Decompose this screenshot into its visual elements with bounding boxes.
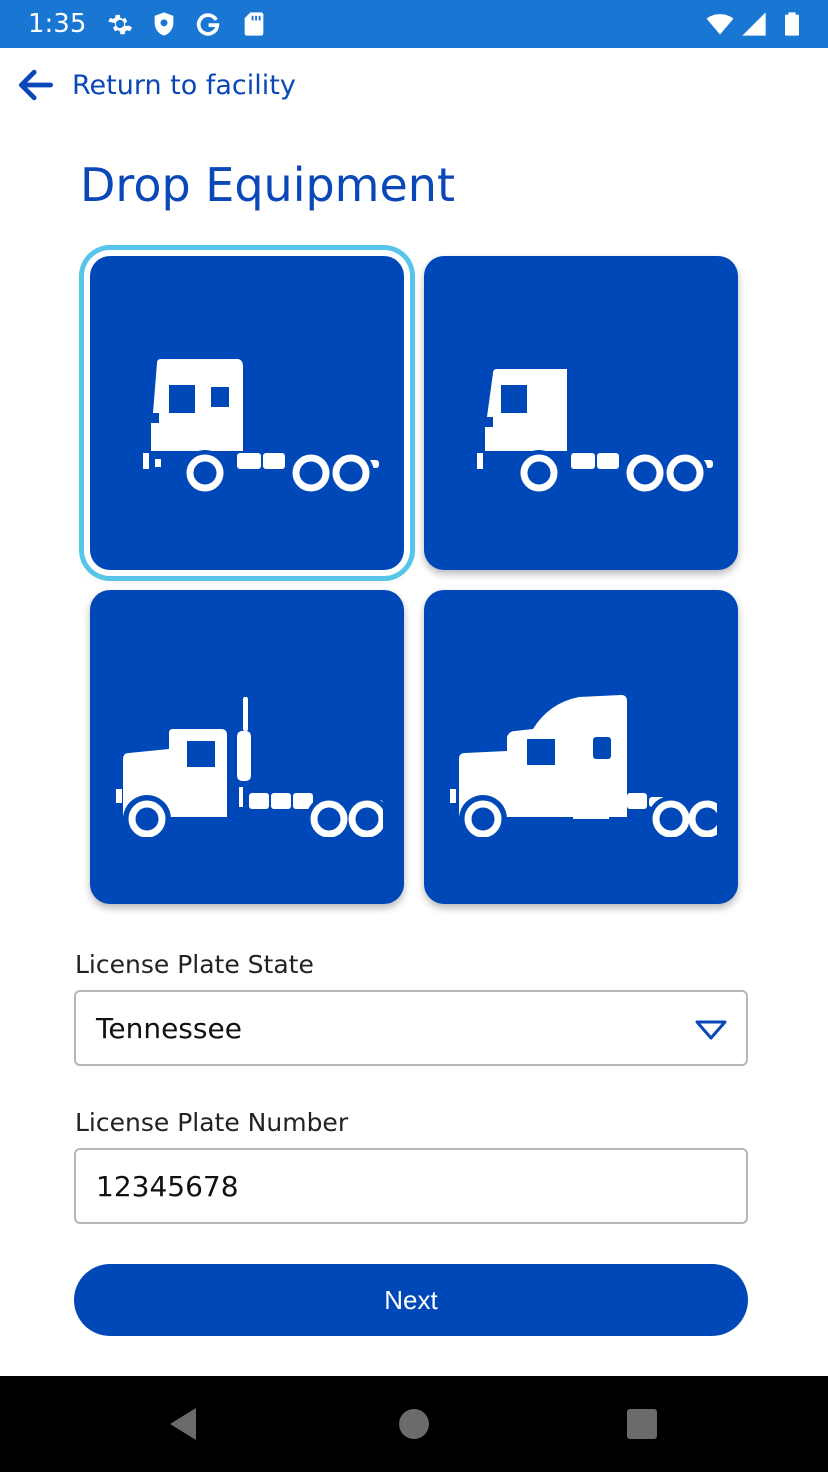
equipment-tile-sleeper-truck[interactable]	[424, 590, 738, 904]
back-triangle-icon[interactable]	[164, 1404, 204, 1444]
license-plate-state-value: Tennessee	[96, 1012, 242, 1045]
next-button[interactable]: Next	[74, 1264, 748, 1336]
return-to-facility-label: Return to facility	[72, 69, 296, 101]
shield-icon	[150, 10, 178, 38]
page-title: Drop Equipment	[80, 158, 455, 212]
arrow-left-icon	[18, 69, 54, 101]
recents-square-icon[interactable]	[622, 1404, 662, 1444]
license-plate-state-label: License Plate State	[75, 950, 314, 979]
google-icon	[194, 10, 222, 38]
equipment-tile-conventional-truck[interactable]	[90, 590, 404, 904]
gear-icon	[106, 10, 134, 38]
status-time: 1:35	[28, 9, 87, 39]
equipment-tile-cab-over-truck[interactable]	[90, 256, 404, 570]
battery-icon	[778, 10, 806, 38]
chevron-down-icon	[695, 1020, 727, 1040]
license-plate-number-label: License Plate Number	[75, 1108, 349, 1137]
navigation-bar	[0, 1376, 828, 1472]
status-bar: 1:35	[0, 0, 828, 48]
license-plate-number-input[interactable]	[74, 1148, 748, 1224]
wifi-icon	[706, 10, 734, 38]
equipment-tile-flat-cab-truck[interactable]	[424, 256, 738, 570]
sleeper-truck-icon	[450, 695, 717, 837]
conventional-truck-icon	[116, 697, 383, 837]
cab-over-truck-icon	[143, 359, 379, 496]
return-to-facility-link[interactable]: Return to facility	[14, 60, 334, 110]
license-plate-state-select[interactable]: Tennessee	[74, 990, 748, 1066]
cell-signal-icon	[740, 10, 768, 38]
sd-card-icon	[240, 10, 268, 38]
home-circle-icon[interactable]	[394, 1404, 434, 1444]
flat-cab-truck-icon	[477, 369, 713, 496]
